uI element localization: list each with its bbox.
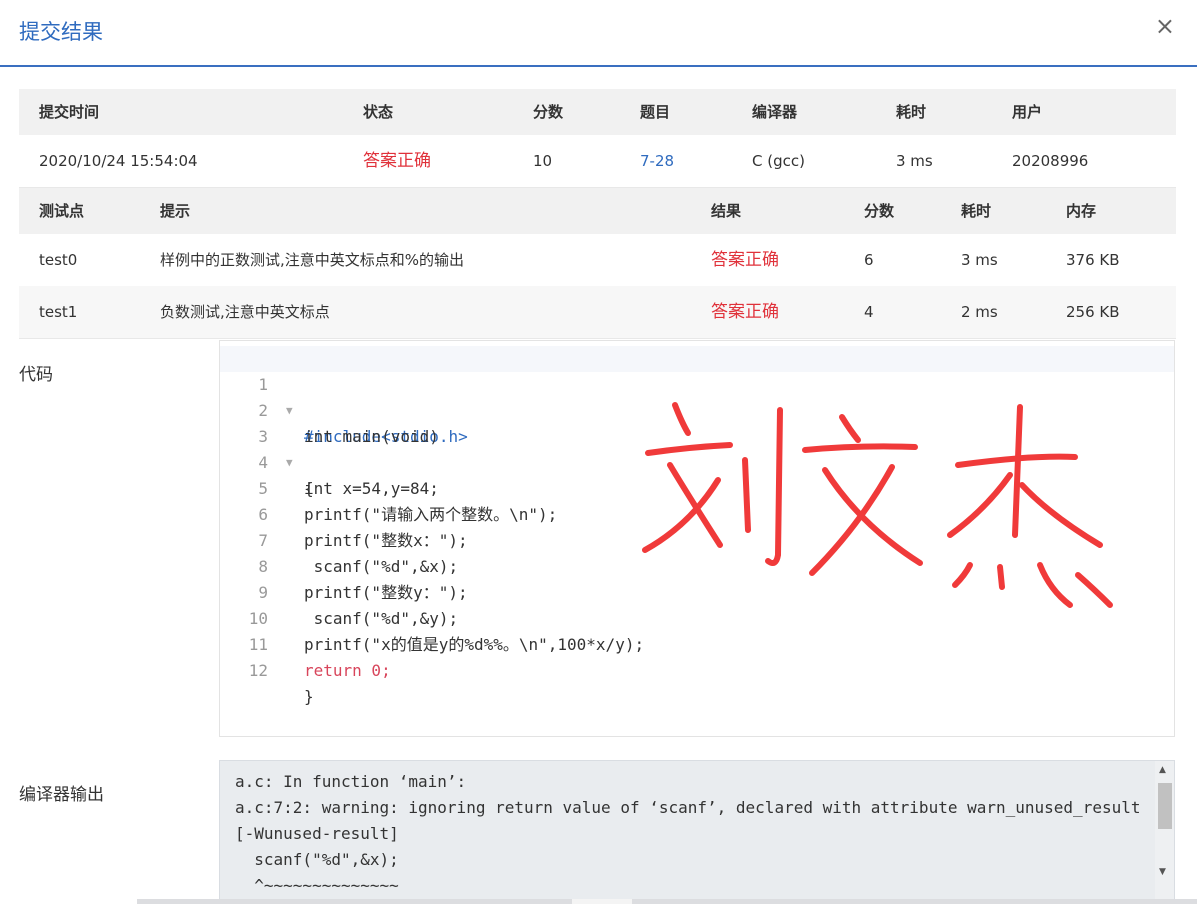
problem-link[interactable]: 7-28	[640, 135, 674, 187]
code-text: return 0;	[304, 661, 391, 680]
test-name: test0	[39, 251, 78, 269]
table-row: test0 样例中的正数测试,注意中英文标点和%的输出 答案正确 6 3 ms …	[19, 234, 1176, 287]
header-hint: 提示	[160, 202, 191, 220]
test-time: 2 ms	[961, 303, 998, 321]
compiler-value: C (gcc)	[752, 152, 805, 170]
test-hint: 负数测试,注意中英文标点	[160, 303, 330, 321]
status-value: 答案正确	[363, 151, 431, 171]
close-icon[interactable]: ×	[1155, 14, 1175, 38]
tests-table-header: 测试点 提示 结果 分数 耗时 内存	[19, 188, 1176, 234]
code-text: }	[304, 687, 314, 706]
dialog-title: 提交结果	[19, 20, 103, 44]
line-number: 12	[248, 661, 268, 680]
test-score: 6	[864, 251, 874, 269]
output-line: ^~~~~~~~~~~~~~~	[235, 876, 399, 895]
output-line: a.c:7:2: warning: ignoring return value …	[235, 798, 1141, 817]
test-result: 答案正确	[711, 250, 779, 270]
header-user: 用户	[1012, 103, 1043, 121]
test-hint: 样例中的正数测试,注意中英文标点和%的输出	[160, 251, 465, 269]
dialog-header: 提交结果 ×	[0, 0, 1197, 67]
code-label: 代码	[19, 365, 53, 385]
table-row: test1 负数测试,注意中英文标点 答案正确 4 2 ms 256 KB	[19, 286, 1176, 339]
score-value: 10	[533, 152, 553, 170]
header-test-score: 分数	[864, 202, 895, 220]
header-test-time: 耗时	[961, 202, 992, 220]
compiler-output-label: 编译器输出	[19, 785, 104, 805]
header-compiler: 编译器	[752, 103, 798, 121]
user-value: 20208996	[1012, 152, 1089, 170]
header-problem: 题目	[640, 103, 671, 121]
code-line: 12 }	[220, 632, 1174, 706]
header-result: 结果	[711, 202, 742, 220]
output-line: scanf("%d",&x);	[235, 850, 399, 869]
header-score: 分数	[533, 103, 564, 121]
header-duration: 耗时	[896, 103, 927, 121]
test-memory: 376 KB	[1066, 251, 1120, 269]
test-score: 4	[864, 303, 874, 321]
code-line: 1 ▼ #include<stdio.h>	[220, 346, 1174, 446]
header-status: 状态	[363, 103, 394, 121]
summary-table-header: 提交时间 状态 分数 题目 编译器 耗时 用户	[19, 89, 1176, 135]
test-name: test1	[39, 303, 78, 321]
scroll-down-icon[interactable]: ▼	[1159, 867, 1166, 877]
scrollbar-thumb[interactable]	[1158, 783, 1172, 829]
vertical-scrollbar[interactable]: ▲ ▼	[1155, 761, 1174, 903]
handwritten-signature	[642, 402, 1113, 608]
test-memory: 256 KB	[1066, 303, 1120, 321]
duration-value: 3 ms	[896, 152, 933, 170]
horizontal-scrollbar-thumb[interactable]	[572, 899, 632, 904]
scroll-up-icon[interactable]: ▲	[1159, 765, 1166, 775]
test-result: 答案正确	[711, 302, 779, 322]
compiler-output-panel[interactable]: a.c: In function ‘main’: a.c:7:2: warnin…	[219, 760, 1175, 904]
test-time: 3 ms	[961, 251, 998, 269]
submit-time: 2020/10/24 15:54:04	[39, 152, 198, 170]
header-testcase: 测试点	[39, 202, 85, 220]
horizontal-scrollbar[interactable]	[137, 899, 1197, 904]
output-line: a.c: In function ‘main’:	[235, 772, 467, 791]
summary-row: 2020/10/24 15:54:04 答案正确 10 7-28 C (gcc)…	[19, 135, 1176, 188]
output-line: [-Wunused-result]	[235, 824, 399, 843]
header-memory: 内存	[1066, 202, 1097, 220]
header-submit-time: 提交时间	[39, 103, 100, 121]
